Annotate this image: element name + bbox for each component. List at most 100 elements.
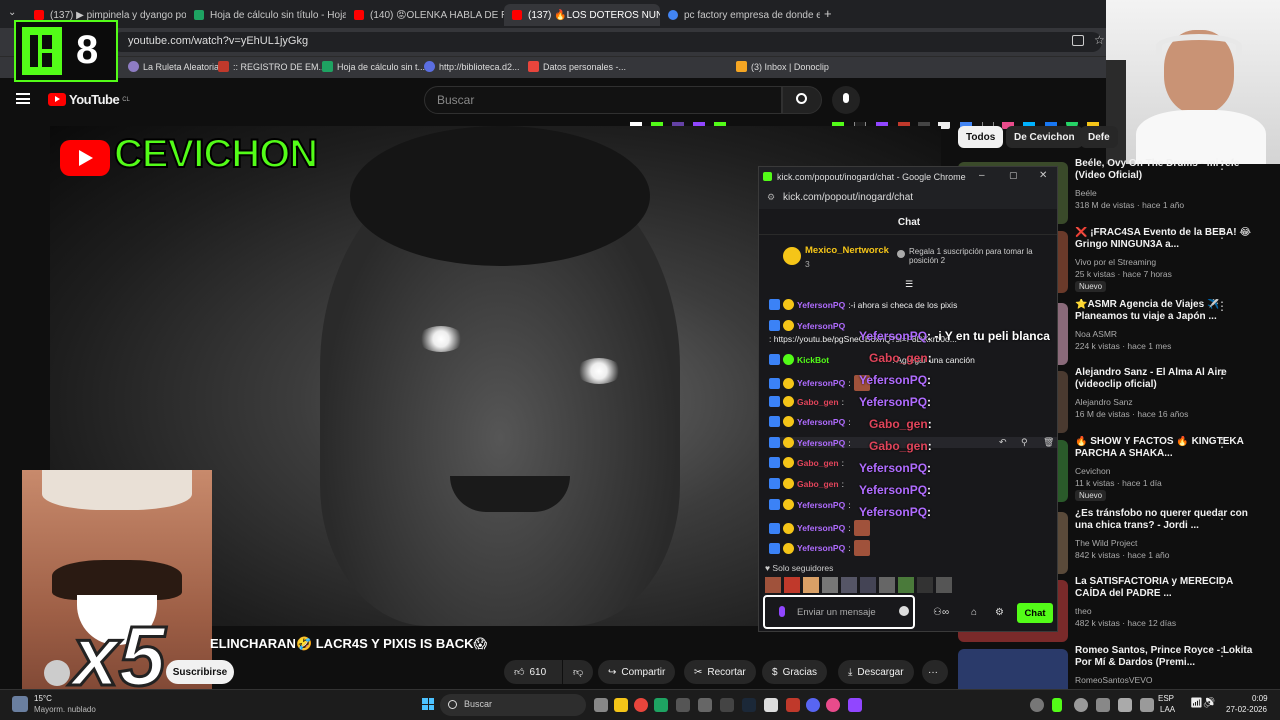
more-vert-icon[interactable]: ⋮ — [1216, 436, 1228, 450]
more-vert-icon[interactable]: ⋮ — [1216, 367, 1228, 381]
app-icon[interactable] — [654, 698, 668, 712]
emote-icon[interactable] — [841, 577, 857, 593]
bookmark-ruleta[interactable]: La Ruleta Aleatoria — [128, 61, 219, 72]
bookmark-star-icon[interactable]: ☆ — [1094, 33, 1105, 47]
subscribe-button[interactable]: Suscribirse — [166, 660, 234, 684]
weather-temp[interactable]: 15°C — [34, 694, 52, 703]
recommendation-item[interactable]: Romeo Santos, Prince Royce - Lokita Por … — [958, 645, 1276, 689]
file-explorer-icon[interactable] — [614, 698, 628, 712]
chat-username[interactable]: YefersonPQ — [797, 378, 845, 388]
chat-username[interactable]: YefersonPQ — [797, 300, 845, 310]
chip-de-cevichon[interactable]: De Cevichon — [1006, 126, 1083, 148]
emote-icon[interactable] — [803, 577, 819, 593]
more-vert-icon[interactable]: ⋮ — [1216, 576, 1228, 590]
chat-username[interactable]: YefersonPQ — [797, 543, 845, 553]
windows-start-icon[interactable] — [422, 698, 434, 710]
emote-icon[interactable] — [898, 577, 914, 593]
more-actions-button[interactable]: ··· — [922, 660, 948, 684]
clip-button[interactable]: ✂ Recortar — [684, 660, 756, 684]
lang-layout[interactable]: LAA — [1160, 705, 1175, 714]
pin-icon[interactable]: ⚲ — [1021, 437, 1028, 448]
chat-username[interactable]: Gabo_gen — [797, 397, 839, 407]
wifi-volume-icons[interactable]: 📶︎🔊︎ — [1190, 698, 1215, 709]
app-icon[interactable] — [720, 698, 734, 712]
tray-icon[interactable] — [1118, 698, 1132, 712]
menu-icon[interactable] — [16, 93, 30, 104]
gift-shop-icon[interactable]: ⌂ — [971, 607, 977, 618]
steam-icon[interactable] — [742, 698, 756, 712]
emote-icon[interactable] — [879, 577, 895, 593]
dislike-button[interactable]: 👎︎ — [563, 660, 593, 684]
like-button[interactable]: 👍︎ 610 — [504, 660, 562, 684]
emote-bar[interactable] — [765, 577, 952, 593]
close-icon[interactable]: ✕ — [1039, 170, 1047, 181]
bookmark-biblioteca[interactable]: http://biblioteca.d2... — [424, 61, 520, 72]
tab-list-chevron-icon[interactable]: ⌄ — [8, 7, 16, 18]
minimize-icon[interactable]: – — [979, 170, 985, 181]
discord-icon[interactable] — [806, 698, 820, 712]
tray-icon[interactable] — [1140, 698, 1154, 712]
tray-icon[interactable] — [1074, 698, 1088, 712]
emote-icon[interactable] — [917, 577, 933, 593]
tab-2[interactable]: Hoja de cálculo sin título - Hoja✕ — [186, 4, 346, 26]
tab-5[interactable]: pc factory empresa de donde e✕ — [660, 4, 820, 26]
app-icon[interactable] — [786, 698, 800, 712]
site-info-icon[interactable]: ⚙ — [767, 192, 775, 203]
send-chat-button[interactable]: Chat — [1017, 603, 1053, 623]
tab-3[interactable]: (140) 😡OLENKA HABLA DE RE✕ — [346, 4, 506, 26]
chat-username[interactable]: YefersonPQ — [797, 417, 845, 427]
share-button[interactable]: ↪ Compartir — [598, 660, 676, 684]
tray-icon[interactable] — [1052, 698, 1062, 712]
new-tab-plus-icon[interactable]: + — [824, 6, 832, 21]
app-icon[interactable] — [698, 698, 712, 712]
app-icon[interactable] — [848, 698, 862, 712]
popup-address-bar[interactable]: ⚙ kick.com/popout/inogard/chat — [759, 187, 1057, 209]
channel-avatar[interactable] — [44, 660, 70, 686]
bookmark-datos[interactable]: Datos personales -... — [528, 61, 626, 72]
bookmark-registro[interactable]: :: REGISTRO DE EM... — [218, 61, 326, 72]
more-vert-icon[interactable]: ⋮ — [1216, 227, 1228, 241]
gift-leaderboard[interactable]: Mexico_Nertworck 3 Regala 1 suscripción … — [759, 239, 1057, 279]
emoji-icon[interactable] — [899, 606, 909, 616]
tray-icon[interactable] — [1030, 698, 1044, 712]
chat-username[interactable]: YefersonPQ — [797, 321, 845, 331]
chat-tools-icon[interactable]: ⚇∞ — [933, 607, 949, 618]
emote-icon[interactable] — [765, 577, 781, 593]
thanks-button[interactable]: $ Gracias — [762, 660, 828, 684]
more-vert-icon[interactable]: ⋮ — [1216, 508, 1228, 522]
app-icon[interactable] — [826, 698, 840, 712]
search-button[interactable] — [782, 86, 822, 114]
chat-username[interactable]: Gabo_gen — [797, 458, 839, 468]
pause-chat-icon[interactable]: ☰ — [905, 279, 913, 290]
chat-username[interactable]: YefersonPQ — [797, 523, 845, 533]
download-button[interactable]: ⤓ Descargar — [838, 660, 914, 684]
search-input[interactable]: Buscar — [424, 86, 782, 114]
delete-icon[interactable]: 🗑︎ — [1043, 437, 1054, 448]
bookmark-donoclip[interactable]: (3) Inbox | Donoclip — [736, 61, 829, 72]
reply-icon[interactable]: ↶ — [999, 437, 1007, 448]
app-icon[interactable] — [764, 698, 778, 712]
more-vert-icon[interactable]: ⋮ — [1216, 645, 1228, 659]
chat-username[interactable]: KickBot — [797, 355, 829, 365]
app-icon[interactable] — [676, 698, 690, 712]
install-app-icon[interactable] — [1072, 35, 1084, 46]
lang-indicator[interactable]: ESP — [1158, 694, 1174, 703]
emote-icon[interactable] — [784, 577, 800, 593]
chip-todos[interactable]: Todos — [958, 126, 1004, 148]
emote-icon[interactable] — [860, 577, 876, 593]
more-vert-icon[interactable]: ⋮ — [1216, 299, 1228, 313]
emote-icon[interactable] — [822, 577, 838, 593]
chat-username[interactable]: YefersonPQ — [797, 438, 845, 448]
chat-username[interactable]: YefersonPQ — [797, 500, 845, 510]
clock-date[interactable]: 27-02-2026 — [1226, 705, 1267, 714]
chrome-icon[interactable] — [634, 698, 648, 712]
chat-message-input[interactable]: Enviar un mensaje — [763, 595, 915, 629]
weather-desc[interactable]: Mayorm. nublado — [34, 705, 96, 714]
tray-icon[interactable] — [1096, 698, 1110, 712]
emote-icon[interactable] — [936, 577, 952, 593]
clock-time[interactable]: 0:09 — [1252, 694, 1268, 703]
settings-gear-icon[interactable]: ⚙ — [995, 607, 1004, 618]
chip-defe[interactable]: Defe — [1080, 126, 1118, 148]
task-view-icon[interactable] — [594, 698, 608, 712]
youtube-logo[interactable]: YouTube CL — [48, 92, 130, 107]
